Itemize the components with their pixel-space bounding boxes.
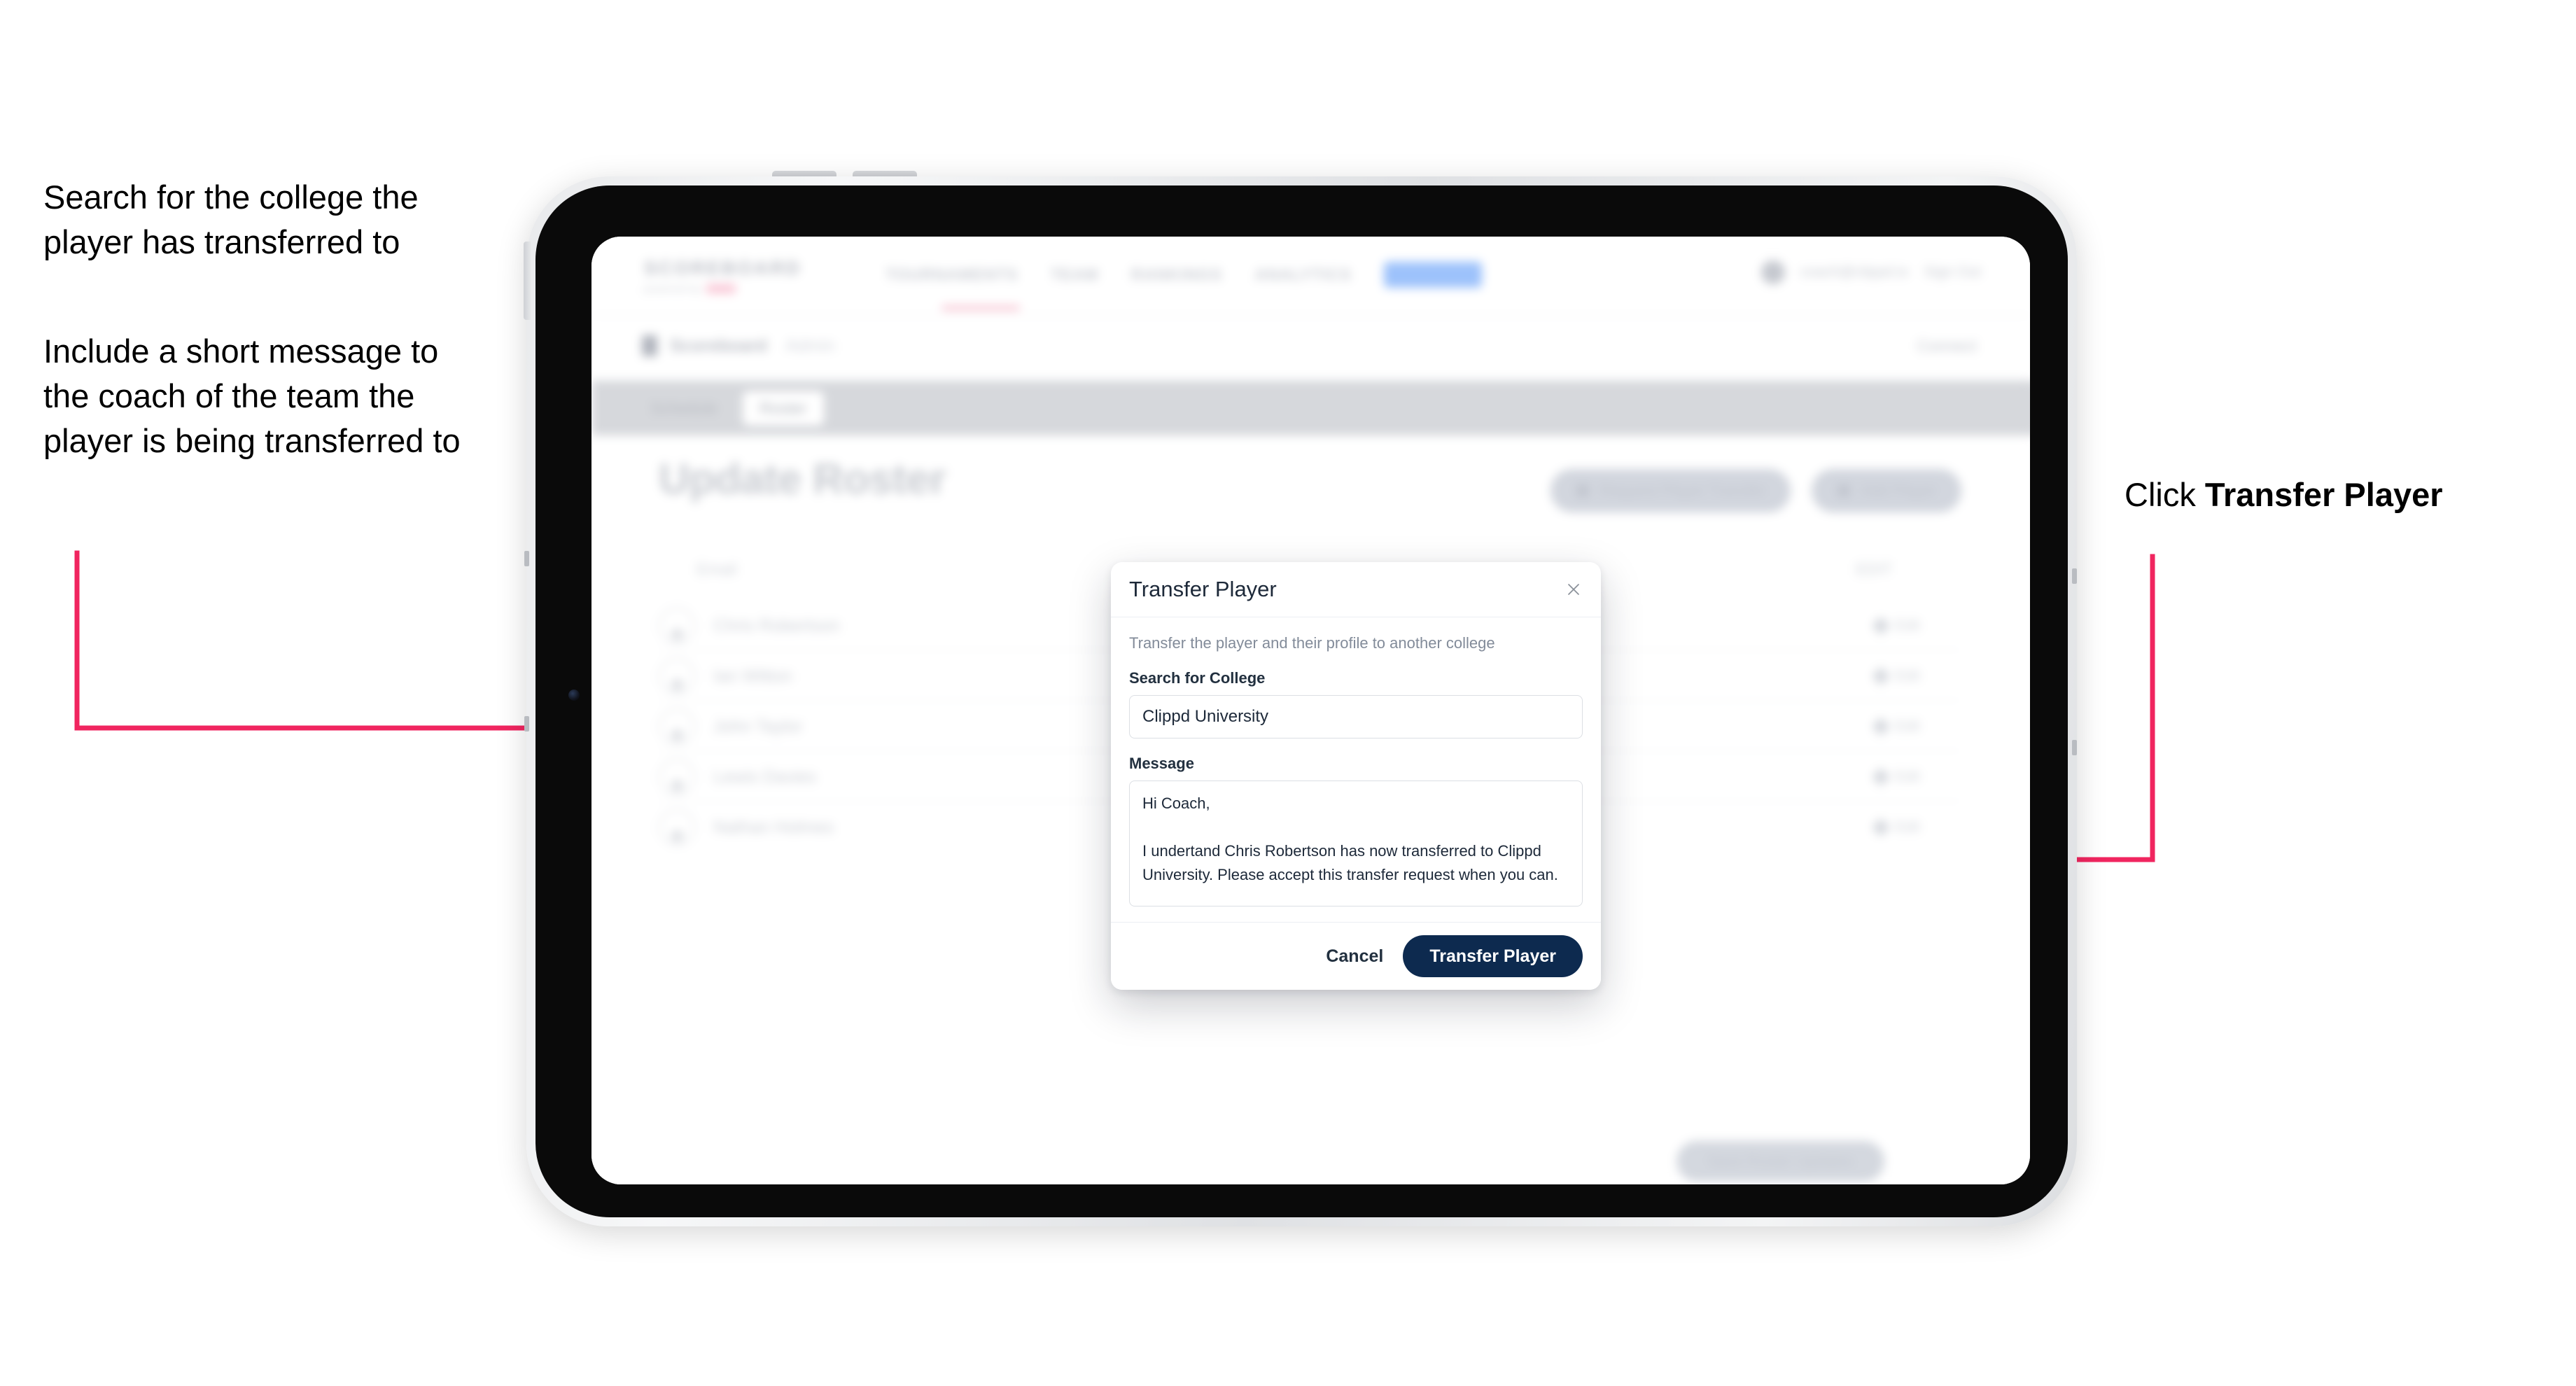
tablet-device-frame: SCOREBOARD powered by TOURNAMENTS TEAM R…	[526, 176, 2077, 1226]
player-name: John Taylor	[713, 716, 803, 736]
message-textarea[interactable]: Hi Coach, I undertand Chris Robertson ha…	[1129, 780, 1583, 906]
app-window: SCOREBOARD powered by TOURNAMENTS TEAM R…	[592, 237, 2030, 1184]
main-navigation: TOURNAMENTS TEAM RANKINGS ANALYTICS ROST…	[886, 262, 1482, 288]
app-subheader: Scoreboard Admin Connect	[592, 316, 2030, 381]
column-header-edit: EDIT	[1856, 560, 1893, 578]
avatar	[659, 708, 695, 745]
message-field-group: Message Hi Coach, I undertand Chris Robe…	[1129, 755, 1583, 906]
avatar	[659, 759, 695, 795]
annotation-right-bold: Transfer Player	[2204, 476, 2443, 513]
tab-schedule[interactable]: Schedule	[634, 391, 734, 426]
player-name: Ian Witton	[713, 666, 792, 686]
modal-footer: Cancel Transfer Player	[1111, 922, 1601, 990]
pencil-icon	[1872, 768, 1890, 786]
tab-roster[interactable]: Roster	[742, 391, 824, 426]
edit-player-button[interactable]: Edit	[1872, 768, 1920, 786]
edit-player-button[interactable]: Edit	[1872, 617, 1920, 635]
edit-label: Edit	[1894, 668, 1920, 684]
subheader-connect-link[interactable]: Connect	[1917, 337, 1977, 356]
modal-body: Transfer the player and their profile to…	[1111, 617, 1601, 922]
nav-item-roster[interactable]: ROSTER	[1383, 262, 1482, 288]
pencil-icon	[1872, 718, 1890, 736]
request-player-transfer-button[interactable]: Request Player Transfer	[1550, 469, 1791, 512]
modal-header: Transfer Player	[1111, 562, 1601, 617]
search-college-input[interactable]	[1129, 695, 1583, 738]
player-name: Nathan Holmes	[713, 817, 834, 837]
column-header-email: Email	[696, 560, 737, 578]
sign-out-link[interactable]: Sign Out	[1924, 264, 1981, 281]
annotation-right-click: Click Transfer Player	[2124, 472, 2558, 517]
add-player-button[interactable]: Add Player	[1812, 469, 1961, 512]
annotation-left-search: Search for the college the player has tr…	[43, 178, 419, 260]
nav-item-rankings[interactable]: RANKINGS	[1131, 265, 1223, 284]
brand-powered-by: powered by	[644, 283, 702, 294]
nav-active-underline	[941, 306, 1020, 310]
pencil-icon	[1872, 818, 1890, 836]
header-user-email: coach@clippd.io	[1800, 264, 1909, 280]
book-icon	[642, 335, 657, 356]
nav-item-tournaments[interactable]: TOURNAMENTS	[886, 265, 1018, 284]
player-name: Lewis Davies	[713, 766, 817, 787]
message-field-label: Message	[1129, 755, 1194, 772]
annotation-left-message: Include a short message to the coach of …	[43, 332, 461, 459]
transfer-icon	[1576, 484, 1590, 498]
edit-player-button[interactable]: Edit	[1872, 667, 1920, 685]
edit-player-button[interactable]: Edit	[1872, 718, 1920, 736]
edit-player-button[interactable]: Edit	[1872, 818, 1920, 836]
save-roster-updates-button[interactable]: Save Roster Updates	[1676, 1141, 1885, 1182]
modal-description: Transfer the player and their profile to…	[1129, 634, 1495, 652]
add-player-label: Add Player	[1861, 482, 1936, 499]
tablet-bezel: SCOREBOARD powered by TOURNAMENTS TEAM R…	[536, 186, 2068, 1217]
avatar	[659, 658, 695, 694]
edit-label: Edit	[1894, 819, 1920, 835]
avatar	[659, 809, 695, 846]
close-icon[interactable]	[1562, 578, 1586, 601]
player-name: Chris Robertson	[713, 615, 840, 636]
app-header: SCOREBOARD powered by TOURNAMENTS TEAM R…	[592, 237, 2030, 316]
header-user-area: coach@clippd.io Sign Out	[1760, 260, 1981, 284]
cancel-button[interactable]: Cancel	[1326, 946, 1383, 967]
page-title: Update Roster	[659, 455, 946, 503]
modal-title: Transfer Player	[1129, 577, 1277, 601]
plus-icon	[1837, 484, 1851, 498]
frame-antenna-line-left-top	[524, 551, 529, 566]
transfer-player-button[interactable]: Transfer Player	[1403, 935, 1583, 977]
frame-antenna-line-left-bottom	[524, 716, 529, 732]
pencil-icon	[1872, 667, 1890, 685]
front-camera-icon	[568, 690, 580, 701]
brand-wordmark: SCOREBOARD	[644, 258, 802, 279]
subheader-subtitle: Admin	[785, 335, 835, 356]
request-transfer-label: Request Player Transfer	[1600, 482, 1766, 499]
frame-antenna-line-right-bottom	[2072, 740, 2077, 755]
annotation-right-prefix: Click	[2124, 476, 2205, 513]
avatar[interactable]	[1760, 260, 1785, 284]
college-field-label: Search for College	[1129, 669, 1266, 687]
subheader-title: Scoreboard	[670, 335, 767, 356]
subheader-left: Scoreboard Admin	[642, 335, 835, 356]
nav-item-analytics[interactable]: ANALYTICS	[1254, 265, 1352, 284]
avatar	[659, 608, 695, 644]
brand-logo[interactable]: SCOREBOARD powered by	[644, 258, 802, 294]
power-button[interactable]	[524, 241, 531, 320]
edit-label: Edit	[1894, 718, 1920, 734]
tab-strip: Schedule Roster	[592, 381, 2030, 435]
college-field-group: Search for College	[1129, 669, 1583, 738]
save-roster-label: Save Roster Updates	[1707, 1152, 1854, 1170]
edit-label: Edit	[1894, 769, 1920, 785]
tablet-screen: SCOREBOARD powered by TOURNAMENTS TEAM R…	[592, 237, 2030, 1184]
brand-accent-mark	[706, 284, 736, 293]
transfer-player-modal: Transfer Player Transfer the player and …	[1111, 562, 1601, 990]
frame-antenna-line-right-top	[2072, 568, 2077, 584]
page-actions: Request Player Transfer Add Player	[1550, 469, 1961, 512]
edit-label: Edit	[1894, 617, 1920, 634]
pencil-icon	[1872, 617, 1890, 635]
nav-item-team[interactable]: TEAM	[1050, 265, 1098, 284]
brand-subline: powered by	[644, 283, 802, 294]
